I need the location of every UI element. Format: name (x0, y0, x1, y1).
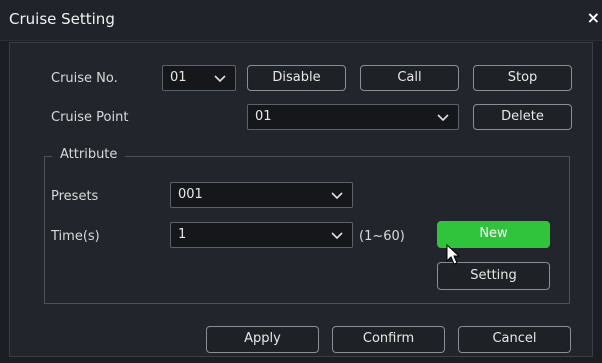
chevron-down-icon (214, 75, 226, 83)
cancel-button[interactable]: Cancel (458, 326, 571, 353)
chevron-down-icon (331, 232, 343, 240)
chevron-down-icon (437, 114, 449, 122)
setting-button[interactable]: Setting (437, 262, 550, 290)
time-select[interactable]: 1 (170, 222, 353, 248)
cruise-point-value: 01 (255, 109, 272, 124)
confirm-button[interactable]: Confirm (332, 326, 445, 353)
attribute-legend: Attribute (52, 147, 126, 162)
stop-button[interactable]: Stop (473, 65, 572, 91)
time-value: 1 (178, 227, 187, 242)
close-icon[interactable]: × (587, 8, 600, 27)
presets-select[interactable]: 001 (170, 182, 353, 208)
presets-label: Presets (51, 189, 99, 204)
cruise-point-select[interactable]: 01 (247, 104, 459, 130)
cruise-no-label: Cruise No. (51, 71, 118, 86)
presets-value: 001 (178, 187, 203, 202)
title-bar: Cruise Setting × (0, 0, 602, 41)
call-button[interactable]: Call (360, 65, 459, 91)
time-label: Time(s) (51, 229, 100, 244)
cruise-no-value: 01 (170, 70, 187, 85)
cruise-point-label: Cruise Point (51, 110, 129, 125)
mouse-cursor-icon (446, 244, 461, 265)
cruise-setting-dialog: Cruise Setting × Cruise No. 01 Disable C… (0, 0, 602, 363)
time-range-hint: (1~60) (359, 229, 405, 244)
delete-button[interactable]: Delete (473, 104, 572, 130)
disable-button[interactable]: Disable (247, 65, 346, 91)
dialog-title: Cruise Setting (9, 10, 115, 28)
apply-button[interactable]: Apply (206, 326, 319, 353)
chevron-down-icon (331, 192, 343, 200)
cruise-no-select[interactable]: 01 (162, 65, 236, 91)
